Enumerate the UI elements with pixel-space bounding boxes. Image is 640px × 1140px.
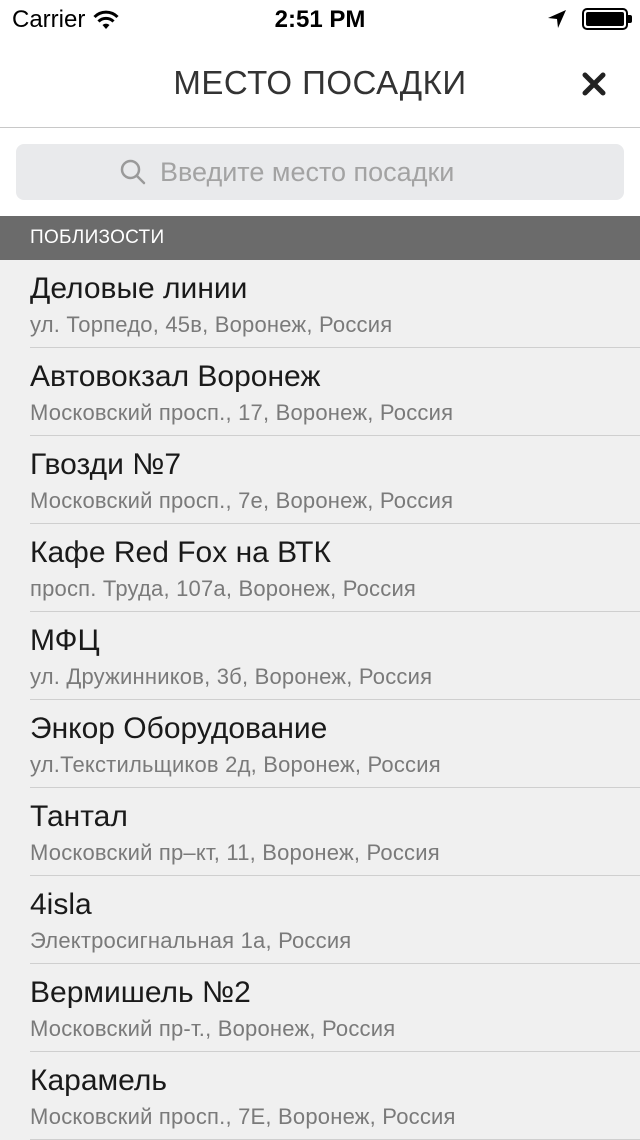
place-title: МФЦ (30, 624, 100, 657)
list-item[interactable]: Гвозди №7 Московский просп., 7е, Воронеж… (0, 436, 640, 524)
place-address: Московский просп., 7Е, Воронеж, Россия (30, 1104, 456, 1129)
place-address: просп. Труда, 107а, Воронеж, Россия (30, 576, 417, 601)
place-title: Автовокзал Воронеж (30, 360, 321, 393)
search-area (0, 128, 640, 216)
place-address: Московский просп., 7е, Воронеж, Россия (30, 488, 454, 513)
search-icon (120, 159, 146, 185)
place-title: Деловые линии (30, 272, 248, 305)
status-right (546, 8, 632, 30)
list-item[interactable]: МФЦ ул. Дружинников, 3б, Воронеж, Россия (0, 612, 640, 700)
list-item[interactable]: Вермишель №2 Московский пр-т., Воронеж, … (0, 964, 640, 1052)
place-title: 4isla (30, 888, 92, 921)
place-address: Электросигнальная 1а, Россия (30, 928, 352, 953)
place-title: Тантал (30, 800, 128, 833)
status-bar: Carrier 2:51 PM (0, 0, 640, 40)
nav-bar: МЕСТО ПОСАДКИ (0, 40, 640, 128)
place-title: Энкор Оборудование (30, 712, 328, 745)
place-address: ул.Текстильщиков 2д, Воронеж, Россия (30, 752, 441, 777)
place-title: Гвозди №7 (30, 448, 182, 481)
list-item[interactable]: Энкор Оборудование ул.Текстильщиков 2д, … (0, 700, 640, 788)
search-box[interactable] (16, 144, 624, 200)
list-item[interactable]: 4isla Электросигнальная 1а, Россия (0, 876, 640, 964)
place-address: ул. Торпедо, 45в, Воронеж, Россия (30, 312, 393, 337)
place-title: Кафе Red Fox на ВТК (30, 536, 331, 569)
place-title: Вермишель №2 (30, 976, 251, 1009)
place-address: Московский пр-т., Воронеж, Россия (30, 1016, 396, 1041)
place-address: ул. Дружинников, 3б, Воронеж, Россия (30, 664, 433, 689)
battery-icon (582, 8, 632, 30)
list-item[interactable]: Деловые линии ул. Торпедо, 45в, Воронеж,… (0, 260, 640, 348)
location-arrow-icon (548, 10, 566, 28)
place-address: Московский пр–кт, 11, Воронеж, Россия (30, 840, 440, 865)
place-address: Московский просп., 17, Воронеж, Россия (30, 400, 454, 425)
section-header-nearby: ПОБЛИЗОСТИ (0, 216, 640, 260)
list-item[interactable]: Тантал Московский пр–кт, 11, Воронеж, Ро… (0, 788, 640, 876)
close-icon (582, 72, 606, 96)
page-title: МЕСТО ПОСАДКИ (173, 64, 467, 101)
status-time: 2:51 PM (274, 6, 366, 33)
place-title: Карамель (30, 1064, 167, 1097)
search-input[interactable] (160, 156, 520, 188)
places-list: Деловые линии ул. Торпедо, 45в, Воронеж,… (0, 260, 640, 1140)
list-item[interactable]: Автовокзал Воронеж Московский просп., 17… (0, 348, 640, 436)
list-item[interactable]: Карамель Московский просп., 7Е, Воронеж,… (0, 1052, 640, 1140)
list-item[interactable]: Кафе Red Fox на ВТК просп. Труда, 107а, … (0, 524, 640, 612)
close-button[interactable] (572, 62, 616, 106)
